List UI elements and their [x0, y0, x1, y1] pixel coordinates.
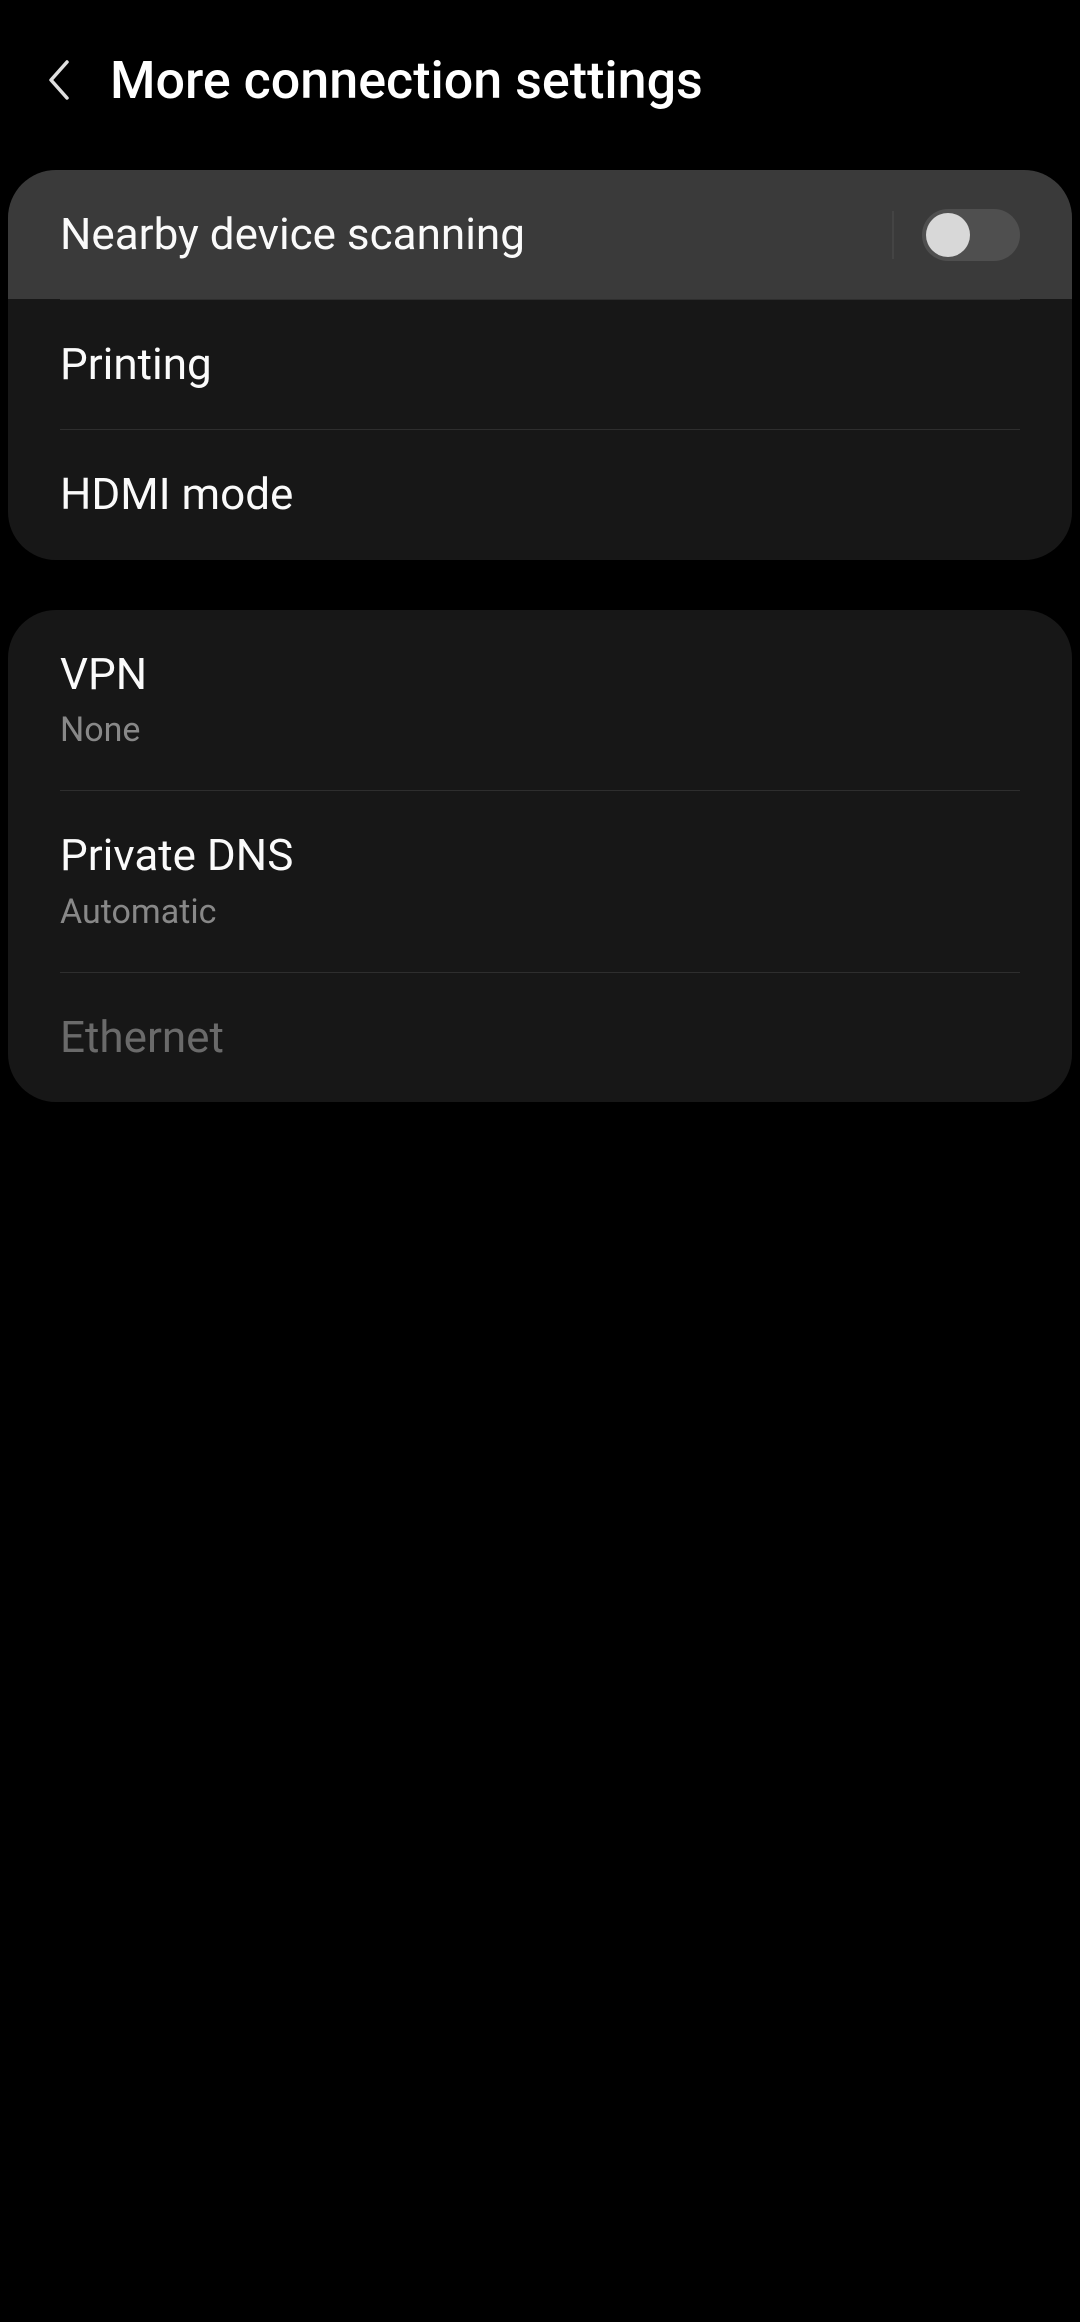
printing-row[interactable]: Printing	[8, 300, 1072, 429]
vpn-row[interactable]: VPN None	[8, 610, 1072, 791]
toggle-wrap	[892, 209, 1020, 261]
header: More connection settings	[0, 0, 1080, 140]
nearby-label: Nearby device scanning	[60, 206, 525, 263]
page-title: More connection settings	[110, 50, 703, 111]
settings-group-1: Nearby device scanning Printing HDMI mod…	[8, 170, 1072, 560]
row-text: Nearby device scanning	[60, 206, 525, 263]
row-text: HDMI mode	[60, 466, 293, 523]
printing-label: Printing	[60, 336, 212, 393]
chevron-left-icon	[45, 58, 75, 102]
row-text: VPN None	[60, 646, 147, 755]
private-dns-row[interactable]: Private DNS Automatic	[8, 791, 1072, 972]
nearby-toggle[interactable]	[922, 209, 1020, 261]
row-text: Private DNS Automatic	[60, 827, 293, 936]
dns-label: Private DNS	[60, 827, 293, 884]
ethernet-row: Ethernet	[8, 973, 1072, 1102]
vpn-label: VPN	[60, 646, 147, 703]
hdmi-mode-row[interactable]: HDMI mode	[8, 430, 1072, 559]
dns-sublabel: Automatic	[60, 889, 293, 937]
content: Nearby device scanning Printing HDMI mod…	[0, 140, 1080, 1102]
nearby-device-scanning-row[interactable]: Nearby device scanning	[8, 170, 1072, 299]
toggle-knob	[926, 213, 970, 257]
back-button[interactable]	[30, 50, 90, 110]
toggle-separator	[892, 211, 894, 259]
ethernet-label: Ethernet	[60, 1009, 224, 1066]
hdmi-label: HDMI mode	[60, 466, 293, 523]
vpn-sublabel: None	[60, 707, 147, 755]
row-text: Ethernet	[60, 1009, 224, 1066]
row-text: Printing	[60, 336, 212, 393]
settings-group-2: VPN None Private DNS Automatic Ethernet	[8, 610, 1072, 1103]
